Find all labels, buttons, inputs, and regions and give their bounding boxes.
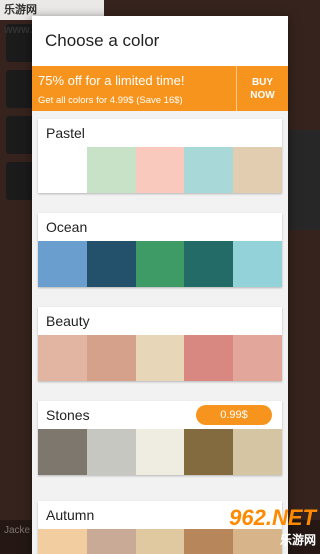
color-swatch[interactable] bbox=[184, 241, 234, 287]
palette-name: Beauty bbox=[46, 313, 90, 329]
color-swatch[interactable] bbox=[86, 335, 136, 381]
color-swatch[interactable] bbox=[86, 529, 136, 554]
buy-now-label: BUY NOW bbox=[250, 76, 275, 101]
palette-card-stones[interactable]: Stones 0.99$ bbox=[38, 401, 282, 475]
color-swatch[interactable] bbox=[86, 147, 136, 193]
color-swatch[interactable] bbox=[233, 335, 282, 381]
palette-name: Autumn bbox=[46, 507, 95, 523]
corner-watermark: 962.NET 乐游网 bbox=[229, 505, 316, 548]
buy-now-button[interactable]: BUY NOW bbox=[236, 66, 288, 111]
palette-name: Pastel bbox=[46, 125, 85, 141]
color-swatch[interactable] bbox=[38, 429, 87, 475]
color-swatch[interactable] bbox=[233, 429, 282, 475]
palette-card-beauty[interactable]: Beauty bbox=[38, 307, 282, 381]
color-swatch[interactable] bbox=[38, 335, 87, 381]
color-swatch[interactable] bbox=[233, 241, 282, 287]
color-swatch[interactable] bbox=[135, 147, 185, 193]
palette-swatches bbox=[38, 241, 282, 287]
promo-subline: Get all colors for 4.99$ (Save 16$) bbox=[38, 95, 183, 106]
palette-header: Ocean bbox=[38, 213, 282, 241]
price-badge[interactable]: 0.99$ bbox=[196, 405, 272, 425]
watermark-logo: 962.NET bbox=[229, 505, 316, 530]
promo-banner: 75% off for a limited time! Get all colo… bbox=[32, 66, 288, 111]
color-swatch[interactable] bbox=[184, 335, 234, 381]
palette-card-ocean[interactable]: Ocean bbox=[38, 213, 282, 287]
color-swatch[interactable] bbox=[184, 429, 234, 475]
palette-swatches bbox=[38, 147, 282, 193]
color-swatch[interactable] bbox=[38, 241, 87, 287]
palette-swatches bbox=[38, 335, 282, 381]
palette-card-pastel[interactable]: Pastel bbox=[38, 119, 282, 193]
palette-swatches bbox=[38, 429, 282, 475]
color-swatch[interactable] bbox=[135, 429, 185, 475]
palette-name: Stones bbox=[46, 407, 90, 423]
color-swatch[interactable] bbox=[86, 241, 136, 287]
color-swatch[interactable] bbox=[135, 241, 185, 287]
color-swatch[interactable] bbox=[184, 529, 234, 554]
watermark-caption: 乐游网 bbox=[279, 533, 316, 547]
color-swatch[interactable] bbox=[233, 147, 282, 193]
color-swatch[interactable] bbox=[86, 429, 136, 475]
color-swatch[interactable] bbox=[38, 529, 87, 554]
palette-header: Pastel bbox=[38, 119, 282, 147]
palette-header: Stones 0.99$ bbox=[38, 401, 282, 429]
color-swatch[interactable] bbox=[135, 529, 185, 554]
color-swatch[interactable] bbox=[135, 335, 185, 381]
palette-header: Beauty bbox=[38, 307, 282, 335]
palette-name: Ocean bbox=[46, 219, 88, 235]
color-chooser-dialog: Choose a color 75% off for a limited tim… bbox=[32, 16, 288, 554]
color-swatch[interactable] bbox=[38, 147, 87, 193]
dialog-title: Choose a color bbox=[32, 16, 288, 66]
promo-headline: 75% off for a limited time! bbox=[38, 73, 185, 88]
color-swatch[interactable] bbox=[184, 147, 234, 193]
